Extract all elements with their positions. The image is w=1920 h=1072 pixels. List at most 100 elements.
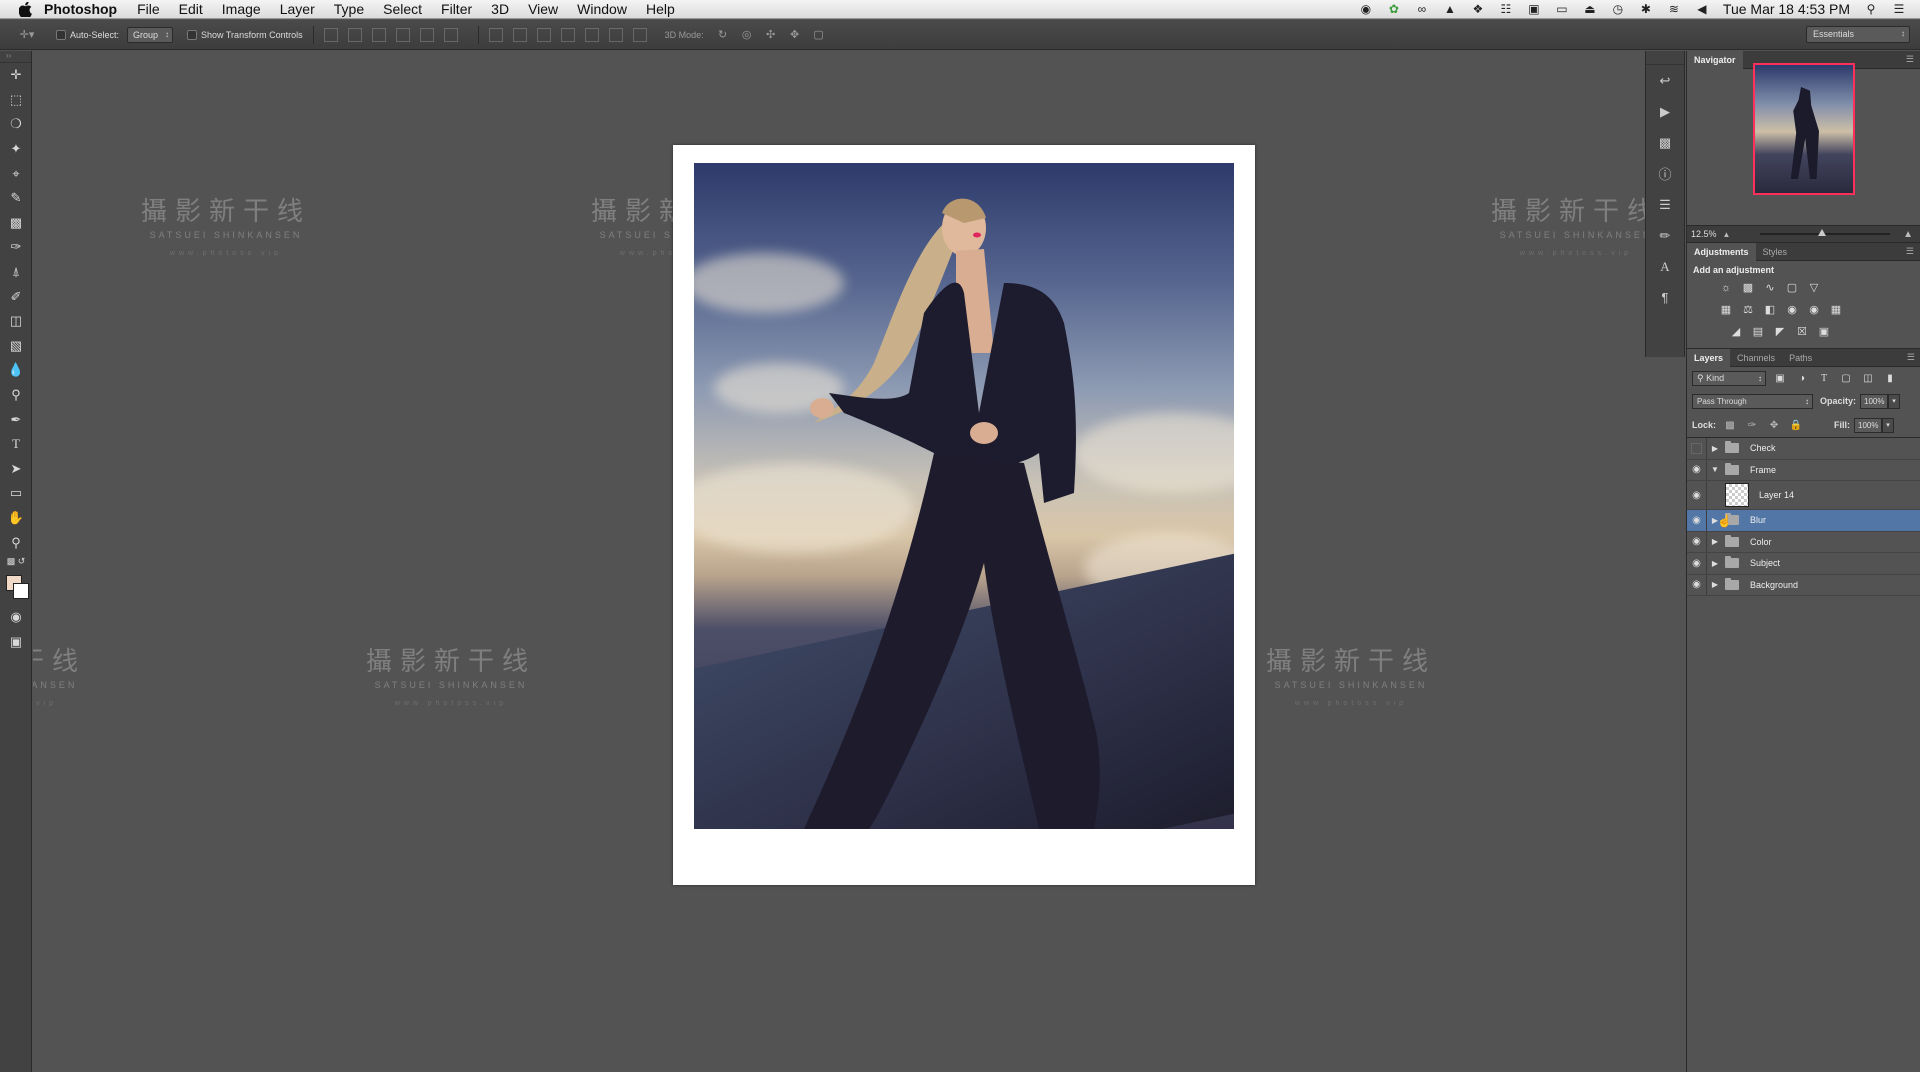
pixel-filter-icon[interactable]: ▣ bbox=[1772, 370, 1788, 386]
tab-styles[interactable]: Styles bbox=[1756, 243, 1795, 261]
3d-pan-icon[interactable]: ✣ bbox=[762, 26, 780, 44]
distribute-bottom-icon[interactable] bbox=[536, 27, 551, 42]
auto-align-icon[interactable] bbox=[632, 27, 647, 42]
properties-panel-icon[interactable]: ☰ bbox=[1646, 189, 1684, 220]
creative-cloud-icon[interactable]: ∞ bbox=[1415, 2, 1429, 16]
record-icon[interactable]: ◉ bbox=[1359, 2, 1373, 16]
menu-view[interactable]: View bbox=[528, 1, 558, 17]
menu-image[interactable]: Image bbox=[222, 1, 261, 17]
filter-toggle-icon[interactable]: ▮ bbox=[1882, 370, 1898, 386]
show-transform-controls-checkbox[interactable] bbox=[187, 29, 198, 40]
posterize-icon[interactable]: ▤ bbox=[1749, 323, 1767, 340]
panel-menu-icon[interactable]: ☰ bbox=[1906, 54, 1914, 65]
layer-row-layer-14[interactable]: ◉ Layer 14 bbox=[1687, 481, 1920, 510]
adjustment-filter-icon[interactable]: ◑ bbox=[1794, 370, 1810, 386]
paragraph-panel-icon[interactable]: ¶ bbox=[1646, 282, 1684, 313]
marquee-tool-icon[interactable]: ⬚ bbox=[0, 88, 32, 113]
levels-icon[interactable]: ▩ bbox=[1739, 279, 1757, 296]
panel-menu-icon[interactable]: ☰ bbox=[1906, 246, 1914, 257]
distribute-top-icon[interactable] bbox=[488, 27, 503, 42]
3d-rotate-icon[interactable]: ↻ bbox=[714, 26, 732, 44]
history-panel-icon[interactable]: ↩ bbox=[1646, 65, 1684, 96]
lock-position-icon[interactable]: ✥ bbox=[1766, 418, 1782, 432]
expand-arrow-icon[interactable]: ▶ bbox=[1709, 559, 1721, 568]
opacity-field[interactable]: 100% bbox=[1860, 393, 1889, 409]
clock[interactable]: Tue Mar 18 4:53 PM bbox=[1723, 1, 1850, 17]
healing-brush-tool-icon[interactable]: ▩ bbox=[0, 211, 32, 236]
time-machine-icon[interactable]: ◷ bbox=[1611, 2, 1625, 16]
eraser-tool-icon[interactable]: ◫ bbox=[0, 309, 32, 334]
layer-name[interactable]: Subject bbox=[1750, 558, 1780, 568]
zoom-tool-icon[interactable]: ⚲ bbox=[0, 530, 32, 555]
layer-name[interactable]: Background bbox=[1750, 580, 1798, 590]
crop-tool-icon[interactable]: ⌖ bbox=[0, 161, 32, 186]
layer-row-blur[interactable]: ◉ ▶ Blur ☝ bbox=[1687, 510, 1920, 532]
menu-3d[interactable]: 3D bbox=[491, 1, 509, 17]
move-tool-preset-icon[interactable]: ✛▾ bbox=[18, 26, 36, 44]
character-panel-icon[interactable]: A bbox=[1646, 251, 1684, 282]
battery-status-icon[interactable]: ☷ bbox=[1499, 2, 1513, 16]
layer-name[interactable]: Check bbox=[1750, 443, 1776, 453]
menu-filter[interactable]: Filter bbox=[441, 1, 472, 17]
hue-saturation-icon[interactable]: ▦ bbox=[1717, 301, 1735, 318]
distribute-right-icon[interactable] bbox=[608, 27, 623, 42]
expand-arrow-icon[interactable]: ▶ bbox=[1709, 580, 1721, 589]
menu-layer[interactable]: Layer bbox=[280, 1, 315, 17]
align-bottom-icon[interactable] bbox=[371, 27, 386, 42]
align-right-icon[interactable] bbox=[443, 27, 458, 42]
eye-icon[interactable]: ◉ bbox=[1687, 574, 1707, 595]
clone-stamp-tool-icon[interactable]: ⍋ bbox=[0, 260, 32, 285]
align-left-icon[interactable] bbox=[395, 27, 410, 42]
history-brush-tool-icon[interactable]: ✐ bbox=[0, 284, 32, 309]
apple-icon[interactable] bbox=[16, 0, 34, 18]
layer-row-background[interactable]: ◉ ▶ Background bbox=[1687, 574, 1920, 596]
blend-mode-dropdown[interactable]: Pass Through bbox=[1692, 393, 1813, 409]
screen-mode-icon[interactable]: ▣ bbox=[0, 629, 32, 654]
pen-tool-icon[interactable]: ✒ bbox=[0, 407, 32, 432]
path-selection-tool-icon[interactable]: ➤ bbox=[0, 457, 32, 482]
lasso-tool-icon[interactable]: ❍ bbox=[0, 112, 32, 137]
zoom-slider[interactable] bbox=[1760, 229, 1891, 236]
photo-filter-icon[interactable]: ◉ bbox=[1783, 301, 1801, 318]
menu-edit[interactable]: Edit bbox=[179, 1, 203, 17]
navigator-preview[interactable] bbox=[1753, 63, 1855, 195]
lock-transparent-icon[interactable]: ▩ bbox=[1722, 418, 1738, 432]
eye-icon[interactable]: ◉ bbox=[1687, 459, 1707, 480]
curves-icon[interactable]: ∿ bbox=[1761, 279, 1779, 296]
opacity-dropdown-icon[interactable]: ▾ bbox=[1888, 393, 1901, 409]
google-drive-icon[interactable]: ▲ bbox=[1443, 2, 1457, 16]
dropbox-icon[interactable]: ❖ bbox=[1471, 2, 1485, 16]
spotlight-search-icon[interactable]: ⚲ bbox=[1864, 2, 1878, 16]
layer-row-color[interactable]: ◉ ▶ Color bbox=[1687, 531, 1920, 553]
zoom-out-icon[interactable]: ▲ bbox=[1723, 230, 1731, 239]
bluetooth-icon[interactable]: ✱ bbox=[1639, 2, 1653, 16]
shape-filter-icon[interactable]: ▢ bbox=[1838, 370, 1854, 386]
volume-icon[interactable]: ◀ bbox=[1695, 2, 1709, 16]
zoom-level[interactable]: 12.5% bbox=[1691, 229, 1717, 239]
vibrance-icon[interactable]: ▽ bbox=[1805, 279, 1823, 296]
align-top-icon[interactable] bbox=[323, 27, 338, 42]
collapse-arrow-icon[interactable]: ▼ bbox=[1709, 465, 1721, 474]
lock-image-icon[interactable]: ✑ bbox=[1744, 418, 1760, 432]
layer-row-subject[interactable]: ◉ ▶ Subject bbox=[1687, 553, 1920, 575]
layer-name[interactable]: Frame bbox=[1750, 465, 1776, 475]
gradient-tool-icon[interactable]: ▧ bbox=[0, 334, 32, 359]
hand-tool-icon[interactable]: ✋ bbox=[0, 506, 32, 531]
color-lookup-icon[interactable]: ▦ bbox=[1827, 301, 1845, 318]
visibility-toggle-icon[interactable] bbox=[1687, 438, 1707, 459]
magic-wand-tool-icon[interactable]: ✦ bbox=[0, 137, 32, 162]
fill-dropdown-icon[interactable]: ▾ bbox=[1882, 417, 1895, 433]
layer-row-frame[interactable]: ◉ ▼ Frame bbox=[1687, 459, 1920, 481]
type-tool-icon[interactable]: T bbox=[0, 432, 32, 457]
quick-mask-icon[interactable]: ◉ bbox=[0, 605, 32, 630]
color-balance-icon[interactable]: ⚖ bbox=[1739, 301, 1757, 318]
tab-layers[interactable]: Layers bbox=[1687, 348, 1731, 367]
brush-tool-icon[interactable]: ✑ bbox=[0, 235, 32, 260]
tab-adjustments[interactable]: Adjustments bbox=[1687, 242, 1756, 261]
auto-select-dropdown[interactable]: Group bbox=[127, 26, 174, 43]
menu-help[interactable]: Help bbox=[646, 1, 675, 17]
menu-type[interactable]: Type bbox=[334, 1, 364, 17]
zoom-slider-knob[interactable] bbox=[1818, 229, 1827, 236]
tab-paths[interactable]: Paths bbox=[1782, 349, 1819, 367]
dodge-tool-icon[interactable]: ⚲ bbox=[0, 383, 32, 408]
